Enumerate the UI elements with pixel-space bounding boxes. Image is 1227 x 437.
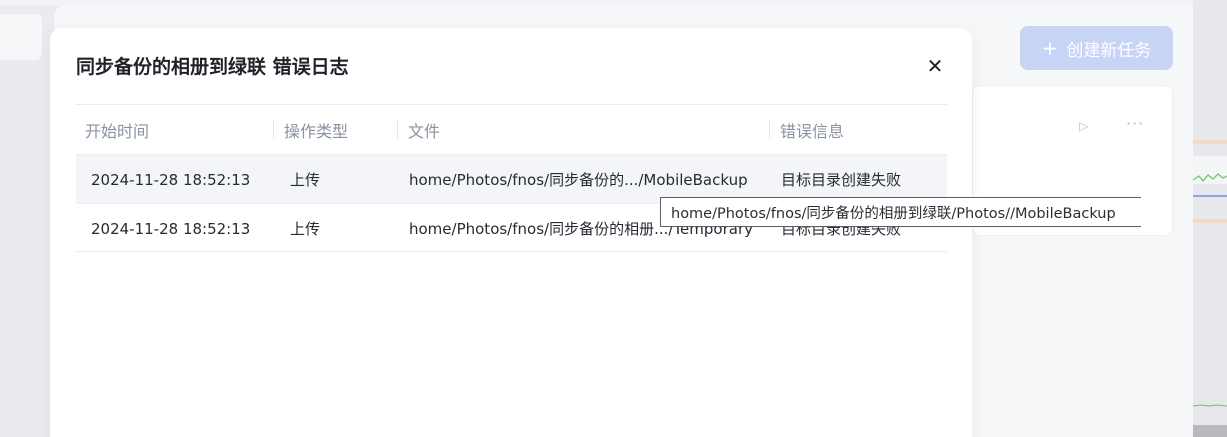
cell-start-time: 2024-11-28 18:52:13 [91, 170, 251, 189]
column-divider[interactable] [397, 119, 398, 139]
column-header-start-time[interactable]: 开始时间 [85, 105, 149, 154]
column-header-file[interactable]: 文件 [408, 105, 440, 154]
create-task-button[interactable]: + 创建新任务 [1020, 26, 1173, 70]
modal-title: 同步备份的相册到绿联 错误日志 [76, 56, 349, 78]
create-task-label: 创建新任务 [1066, 40, 1152, 61]
cell-op-type: 上传 [290, 220, 321, 238]
column-divider[interactable] [273, 119, 274, 139]
column-header-op-type[interactable]: 操作类型 [284, 105, 348, 154]
sparkline-bottom-icon [1193, 404, 1227, 407]
more-icon[interactable]: ··· [1126, 114, 1144, 133]
sparkline-icon [1193, 173, 1227, 197]
table-header: 开始时间 操作类型 文件 错误信息 [76, 105, 947, 154]
column-divider[interactable] [769, 119, 770, 139]
error-log-modal: 同步备份的相册到绿联 错误日志 ✕ 开始时间 操作类型 文件 错误信息 2024… [50, 28, 972, 437]
background-left-card [0, 14, 42, 60]
play-icon[interactable]: ▷ [1079, 119, 1088, 133]
table-row[interactable]: 2024-11-28 18:52:13 上传 home/Photos/fnos/… [76, 154, 947, 203]
cell-op-type: 上传 [290, 171, 321, 189]
plus-icon: + [1041, 36, 1059, 60]
file-path-tooltip: home/Photos/fnos/同步备份的相册到绿联/Photos//Mobi… [660, 197, 1141, 227]
cell-start-time: 2024-11-28 18:52:13 [91, 219, 251, 238]
error-log-table: 开始时间 操作类型 文件 错误信息 2024-11-28 18:52:13 上传… [76, 104, 947, 252]
column-header-error[interactable]: 错误信息 [780, 105, 844, 154]
background-right-strip [1193, 0, 1227, 437]
close-icon[interactable]: ✕ [924, 54, 946, 78]
